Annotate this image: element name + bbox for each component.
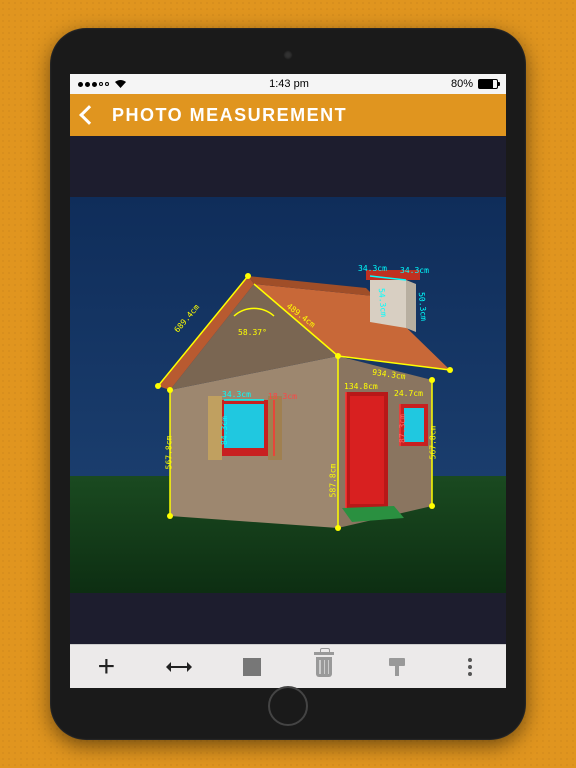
signal-dots-icon <box>78 82 109 87</box>
resize-button[interactable] <box>167 655 191 679</box>
paint-button[interactable] <box>385 655 409 679</box>
app-screen: 1:43 pm 80% PHOTO MEASUREMENT <box>70 74 506 688</box>
photo-canvas[interactable]: 689.4cm 489.4cm 934.3cm 58.37° 34.3cm 34… <box>70 136 506 644</box>
meas-window1-w: 34.3cm <box>222 390 251 399</box>
tablet-home-button[interactable] <box>268 686 308 726</box>
meas-wall-front: 587.8cm <box>328 464 337 498</box>
app-header: PHOTO MEASUREMENT <box>70 94 506 136</box>
wifi-icon <box>114 79 127 89</box>
more-button[interactable] <box>458 655 482 679</box>
meas-wall-right: 567.8cm <box>428 426 437 460</box>
meas-door-h: 134.8cm <box>344 382 378 391</box>
paint-icon <box>386 656 408 678</box>
meas-wall-left: 567.8cm <box>164 436 173 470</box>
battery-percent: 80% <box>451 78 473 90</box>
kebab-icon <box>468 658 472 676</box>
meas-window1-d: 18.3cm <box>268 392 297 401</box>
square-icon <box>243 658 261 676</box>
status-time: 1:43 pm <box>269 78 309 90</box>
meas-chimney-b: 34.3cm <box>400 266 429 275</box>
add-button[interactable]: + <box>94 655 118 679</box>
meas-door-w: 24.7cm <box>394 389 423 398</box>
meas-window2-h: 87.3cm <box>398 414 407 443</box>
arrows-icon <box>167 666 191 668</box>
meas-window1-h: 84.3cm <box>220 416 229 445</box>
plus-icon: + <box>98 650 116 684</box>
meas-angle: 58.37° <box>238 328 267 337</box>
area-button[interactable] <box>240 655 264 679</box>
tablet-camera <box>283 50 293 60</box>
trash-icon <box>316 657 332 677</box>
status-bar: 1:43 pm 80% <box>70 74 506 94</box>
back-icon[interactable] <box>79 105 99 125</box>
battery-icon <box>478 79 498 89</box>
house-illustration <box>70 136 506 644</box>
toolbar: + <box>70 644 506 688</box>
delete-button[interactable] <box>312 655 336 679</box>
meas-chimney-a: 34.3cm <box>358 264 387 273</box>
page-title: PHOTO MEASUREMENT <box>112 105 347 126</box>
